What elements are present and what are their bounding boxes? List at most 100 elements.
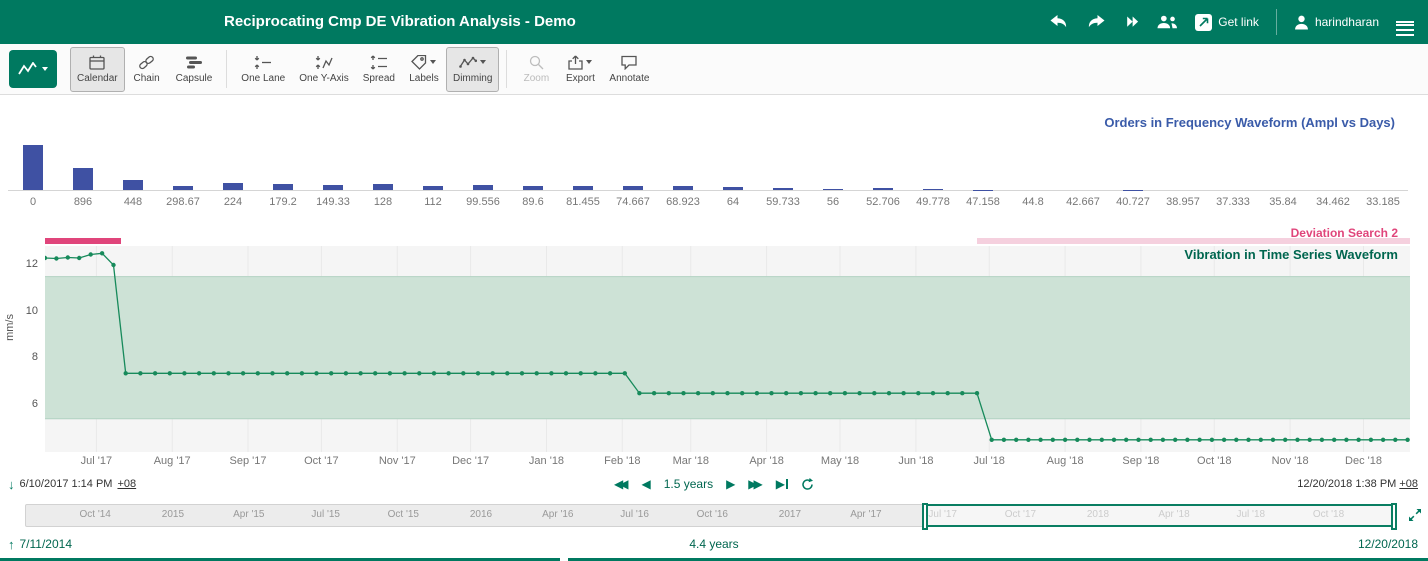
deviation-capsule-bar[interactable] [45,238,121,244]
freq-bar-column [558,100,608,190]
freq-bar [473,185,493,190]
freq-bar-column [1208,100,1258,190]
freq-bar-column [958,100,1008,190]
toolbar-button-one-lane[interactable]: One Lane [234,47,292,92]
deviation-capsule-label[interactable]: Deviation Search 2 [1291,226,1398,240]
investigate-start-arrow-icon[interactable]: ↑ [8,537,15,552]
step-forward-fast-button[interactable]: ▶▶ [748,478,762,490]
users-icon[interactable] [1157,15,1178,29]
x-axis-tick-label: Nov '18 [1260,455,1320,467]
freq-bar-column [658,100,708,190]
toolbar-button-export[interactable]: Export [558,47,602,92]
range-start-datetime[interactable]: 6/10/2017 1:14 PM [20,478,113,490]
toolbar-button-annotate[interactable]: Annotate [602,47,656,92]
freq-bar-column [8,100,58,190]
freq-bar [173,186,193,190]
freq-axis-tick-label: 34.462 [1308,196,1358,208]
freq-axis-tick-label: 149.33 [308,196,358,208]
refresh-button[interactable] [801,478,814,491]
frequency-waveform-chart[interactable]: Orders in Frequency Waveform (Ampl vs Da… [0,100,1428,216]
get-link-button[interactable]: Get link [1195,14,1259,31]
freq-bar-column [858,100,908,190]
freq-bar [673,186,693,190]
freq-axis-tick-label: 896 [58,196,108,208]
step-back-fast-button[interactable]: ◀◀ [614,478,628,490]
selection-right-handle[interactable] [1391,503,1397,530]
end-timezone-link[interactable]: +08 [1399,478,1418,490]
dimming-icon [459,55,477,69]
freq-bar [923,189,943,190]
toolbar-button-chain[interactable]: Chain [125,47,169,92]
freq-axis-tick-label: 35.84 [1258,196,1308,208]
freq-axis-tick-label: 224 [208,196,258,208]
trend-view-dropdown-button[interactable] [9,50,57,88]
x-axis-tick-label: Jul '17 [66,455,126,467]
freq-bar [323,185,343,190]
freq-axis-tick-label: 298.67 [158,196,208,208]
freq-bar-column [408,100,458,190]
magnifier-icon [529,55,544,70]
capsule-icon [186,55,202,70]
expand-timeline-button[interactable] [1407,507,1423,528]
refresh-icon [801,478,814,491]
x-axis-tick-label: Jul '18 [959,455,1019,467]
trend-plot-area[interactable] [45,246,1410,452]
timeline-tick-label: Apr '15 [224,509,274,520]
timeline-tick-label: 2016 [456,509,506,520]
freq-axis-tick-label: 89.6 [508,196,558,208]
y-axis-tick-label: 6 [12,398,38,410]
x-axis-tick-label: Jun '18 [886,455,946,467]
start-timezone-link[interactable]: +08 [117,478,136,490]
timeline-tick-label: Oct '14 [70,509,120,520]
chevron-down-icon [480,60,486,64]
redo-icon[interactable] [1086,15,1105,29]
selection-left-handle[interactable] [922,503,928,530]
x-axis-tick-label: Sep '17 [218,455,278,467]
step-back-button[interactable]: ◀ [641,478,650,490]
freq-bar-column [258,100,308,190]
freq-axis-tick-label: 81.455 [558,196,608,208]
toolbar-button-zoom: Zoom [514,47,558,92]
x-axis-tick-label: Oct '18 [1184,455,1244,467]
freq-axis-tick-label: 52.706 [858,196,908,208]
hamburger-menu-icon[interactable] [1396,18,1414,26]
worksheet-title: Reciprocating Cmp DE Vibration Analysis … [224,0,576,44]
step-forward-button[interactable]: ▶ [726,478,735,490]
freq-bar-column [508,100,558,190]
toolbar-button-capsule[interactable]: Capsule [169,47,220,92]
frequency-bars-area[interactable] [8,100,1408,191]
go-to-now-button[interactable]: ▶ [776,478,788,490]
forward-all-icon[interactable] [1122,16,1140,28]
freq-bar [73,168,93,191]
spread-icon [370,55,388,70]
timeline-tick-label: Oct '15 [378,509,428,520]
toolbar-button-calendar[interactable]: Calendar [70,47,125,92]
undo-icon[interactable] [1050,15,1069,29]
timeline-tick-label: 2015 [148,509,198,520]
timeline-selection[interactable] [924,504,1395,527]
freq-axis-tick-label: 448 [108,196,158,208]
toolbar-button-spread[interactable]: Spread [356,47,402,92]
freq-bar-column [608,100,658,190]
range-duration[interactable]: 1.5 years [664,477,713,491]
freq-axis-tick-label: 42.667 [1058,196,1108,208]
trend-series-label[interactable]: Vibration in Time Series Waveform [1184,247,1398,262]
calendar-icon [89,55,105,70]
range-end-datetime[interactable]: 12/20/2018 1:38 PM [1297,478,1396,490]
investigate-start-date[interactable]: 7/11/2014 [20,537,73,551]
investigate-end-date[interactable]: 12/20/2018 [998,537,1428,551]
toolbar-button-dimming[interactable]: Dimming [446,47,499,92]
toolbar-button-labels[interactable]: Labels [402,47,446,92]
x-axis-tick-label: May '18 [810,455,870,467]
range-start-arrow-icon[interactable]: ↓ [8,477,15,492]
timeline-tick-label: Apr '17 [841,509,891,520]
freq-bar [23,145,43,190]
x-axis-tick-label: Nov '17 [367,455,427,467]
toolbar-button-one-y-axis[interactable]: One Y-Axis [292,47,355,92]
freq-bar-column [808,100,858,190]
freq-bar-column [458,100,508,190]
freq-bar-column [1358,100,1408,190]
freq-bar [523,186,543,190]
timeline-tick-label: Jul '15 [301,509,351,520]
user-menu[interactable]: harindharan [1294,15,1379,30]
